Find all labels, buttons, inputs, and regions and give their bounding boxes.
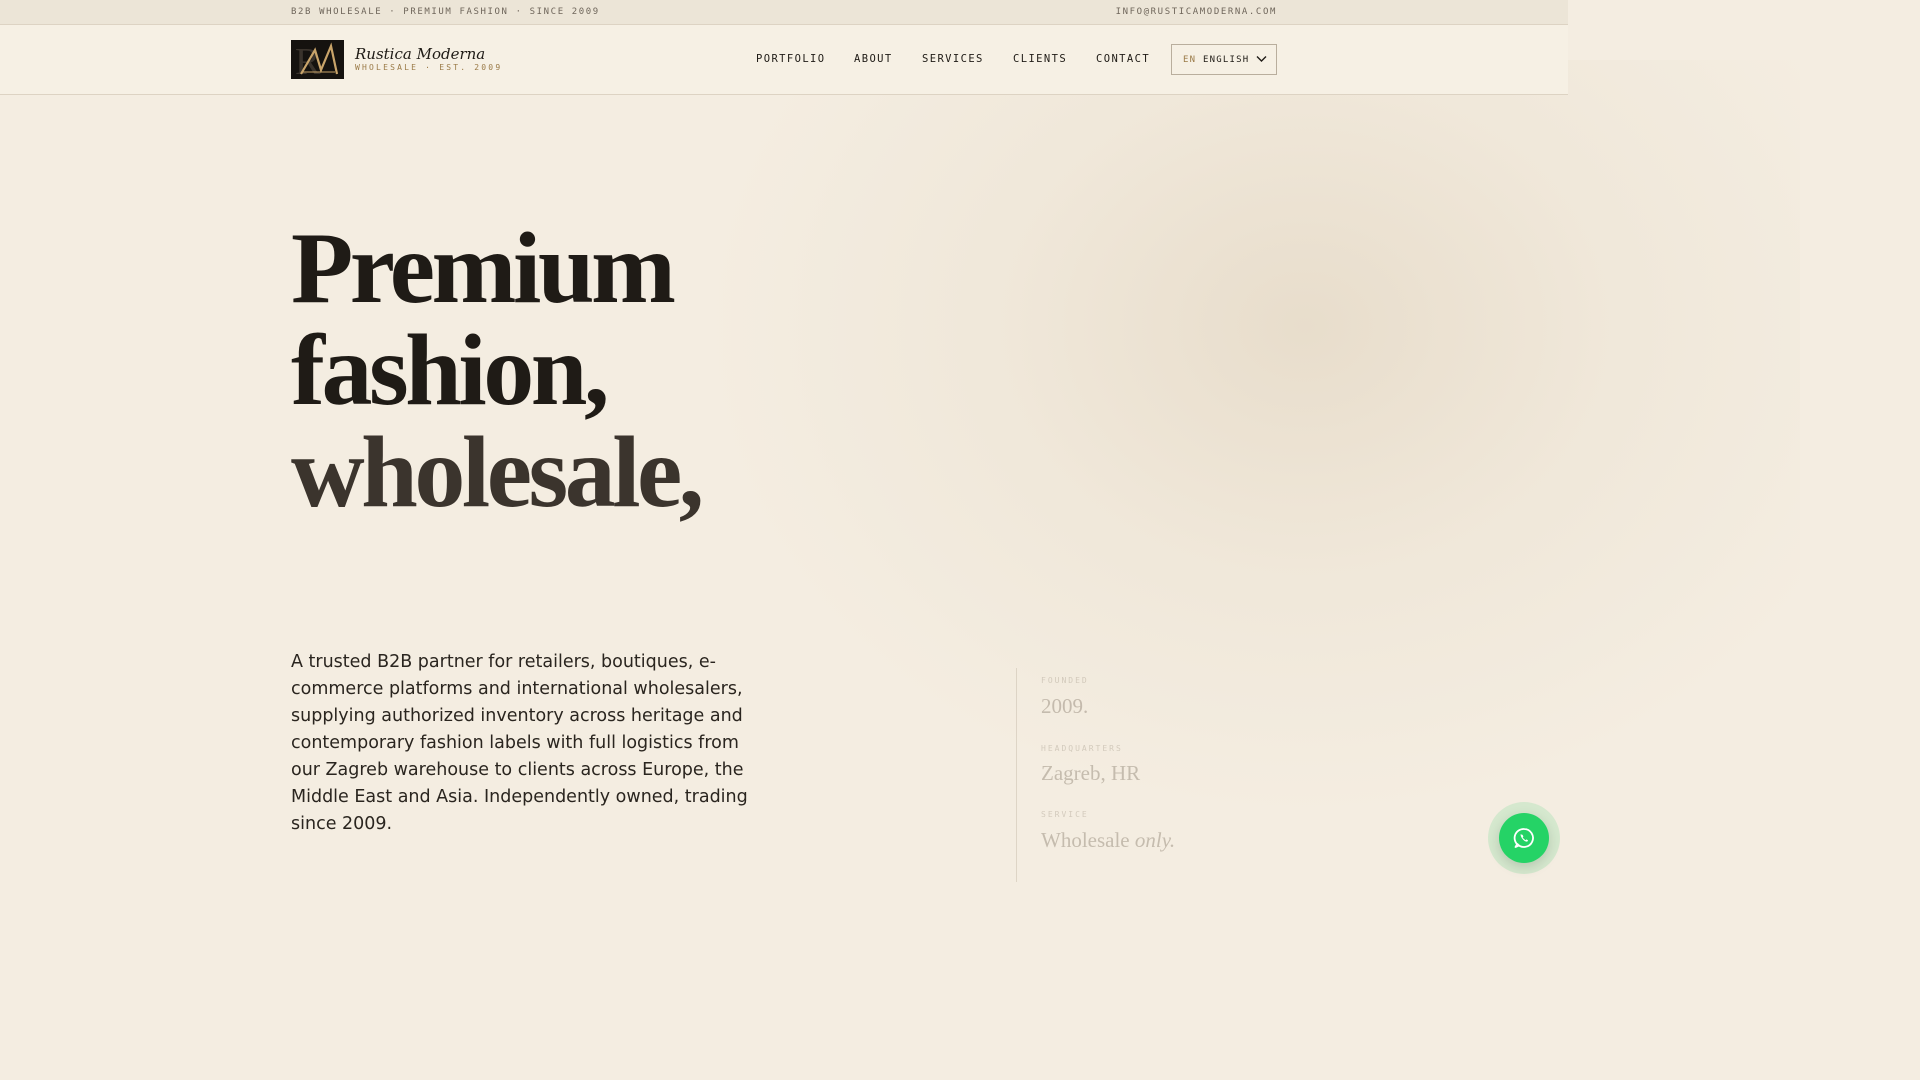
hero-intro-text: A trusted B2B partner for retailers, bou… xyxy=(291,652,748,834)
fact-label: FOUNDED xyxy=(1041,676,1089,685)
fact-label: HEADQUARTERS xyxy=(1041,744,1123,753)
hero-title: Premium fashion, wholesale, xyxy=(291,212,704,529)
top-bar: B2B WHOLESALE · PREMIUM FASHION · SINCE … xyxy=(0,0,1568,25)
hero-title-line: Premium xyxy=(291,212,676,325)
nav-about[interactable]: ABOUT xyxy=(854,53,893,65)
chevron-down-icon xyxy=(1256,55,1267,66)
rm-monogram-icon[interactable]: R xyxy=(291,40,344,79)
language-selector[interactable]: EN ENGLISH xyxy=(1171,44,1277,75)
topbar-tagline: B2B WHOLESALE · PREMIUM FASHION · SINCE … xyxy=(291,7,600,17)
nav-clients[interactable]: CLIENTS xyxy=(1013,53,1067,65)
topbar-email-link[interactable]: INFO@RUSTICAMODERNA.COM xyxy=(1116,7,1277,17)
nav-services[interactable]: SERVICES xyxy=(922,53,984,65)
brand-name[interactable]: Rustica Moderna xyxy=(355,45,485,63)
hero-title-line: fashion, xyxy=(291,314,609,427)
fact-value: Zagreb, HR xyxy=(1041,761,1141,785)
brand-subtitle: WHOLESALE · EST. 2009 xyxy=(355,63,503,72)
fact-label: SERVICE xyxy=(1041,810,1089,819)
whatsapp-button[interactable] xyxy=(1499,813,1549,863)
whatsapp-icon xyxy=(1513,828,1534,848)
site-header: R Rustica Moderna WHOLESALE · EST. 2009 … xyxy=(0,25,1568,95)
language-code: EN xyxy=(1183,55,1197,65)
fact-value: Wholesale only. xyxy=(1041,828,1176,852)
nav-contact[interactable]: CONTACT xyxy=(1096,53,1150,65)
company-facts: FOUNDED 2009. HEADQUARTERS Zagreb, HR SE… xyxy=(1016,668,1276,882)
nav-portfolio[interactable]: PORTFOLIO xyxy=(756,53,826,65)
hero-title-line: wholesale, xyxy=(291,416,704,529)
fact-value: 2009. xyxy=(1041,694,1089,718)
language-label: ENGLISH xyxy=(1203,55,1250,65)
